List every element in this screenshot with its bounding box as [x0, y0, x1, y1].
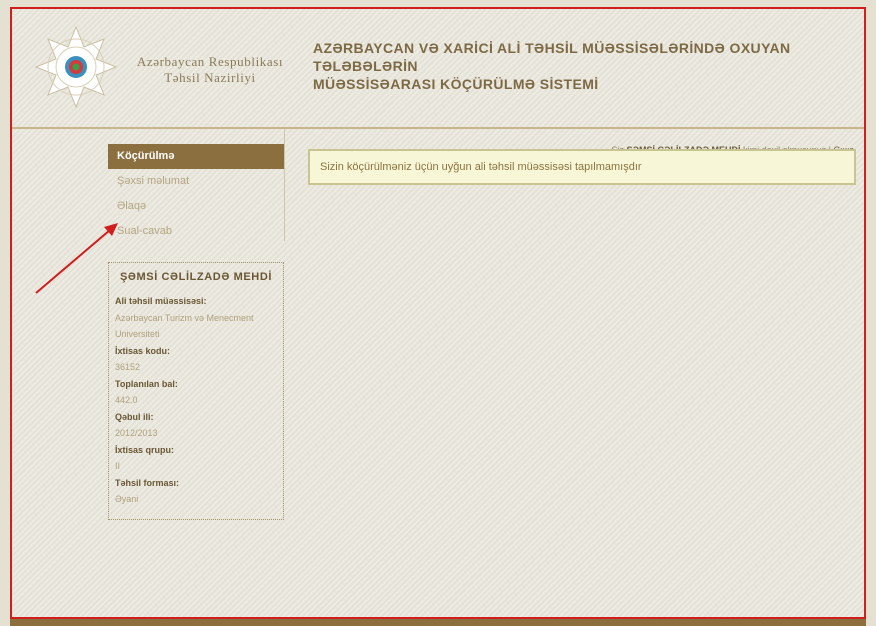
footer-bar [10, 619, 866, 626]
annotation-arrow-icon [35, 223, 118, 294]
